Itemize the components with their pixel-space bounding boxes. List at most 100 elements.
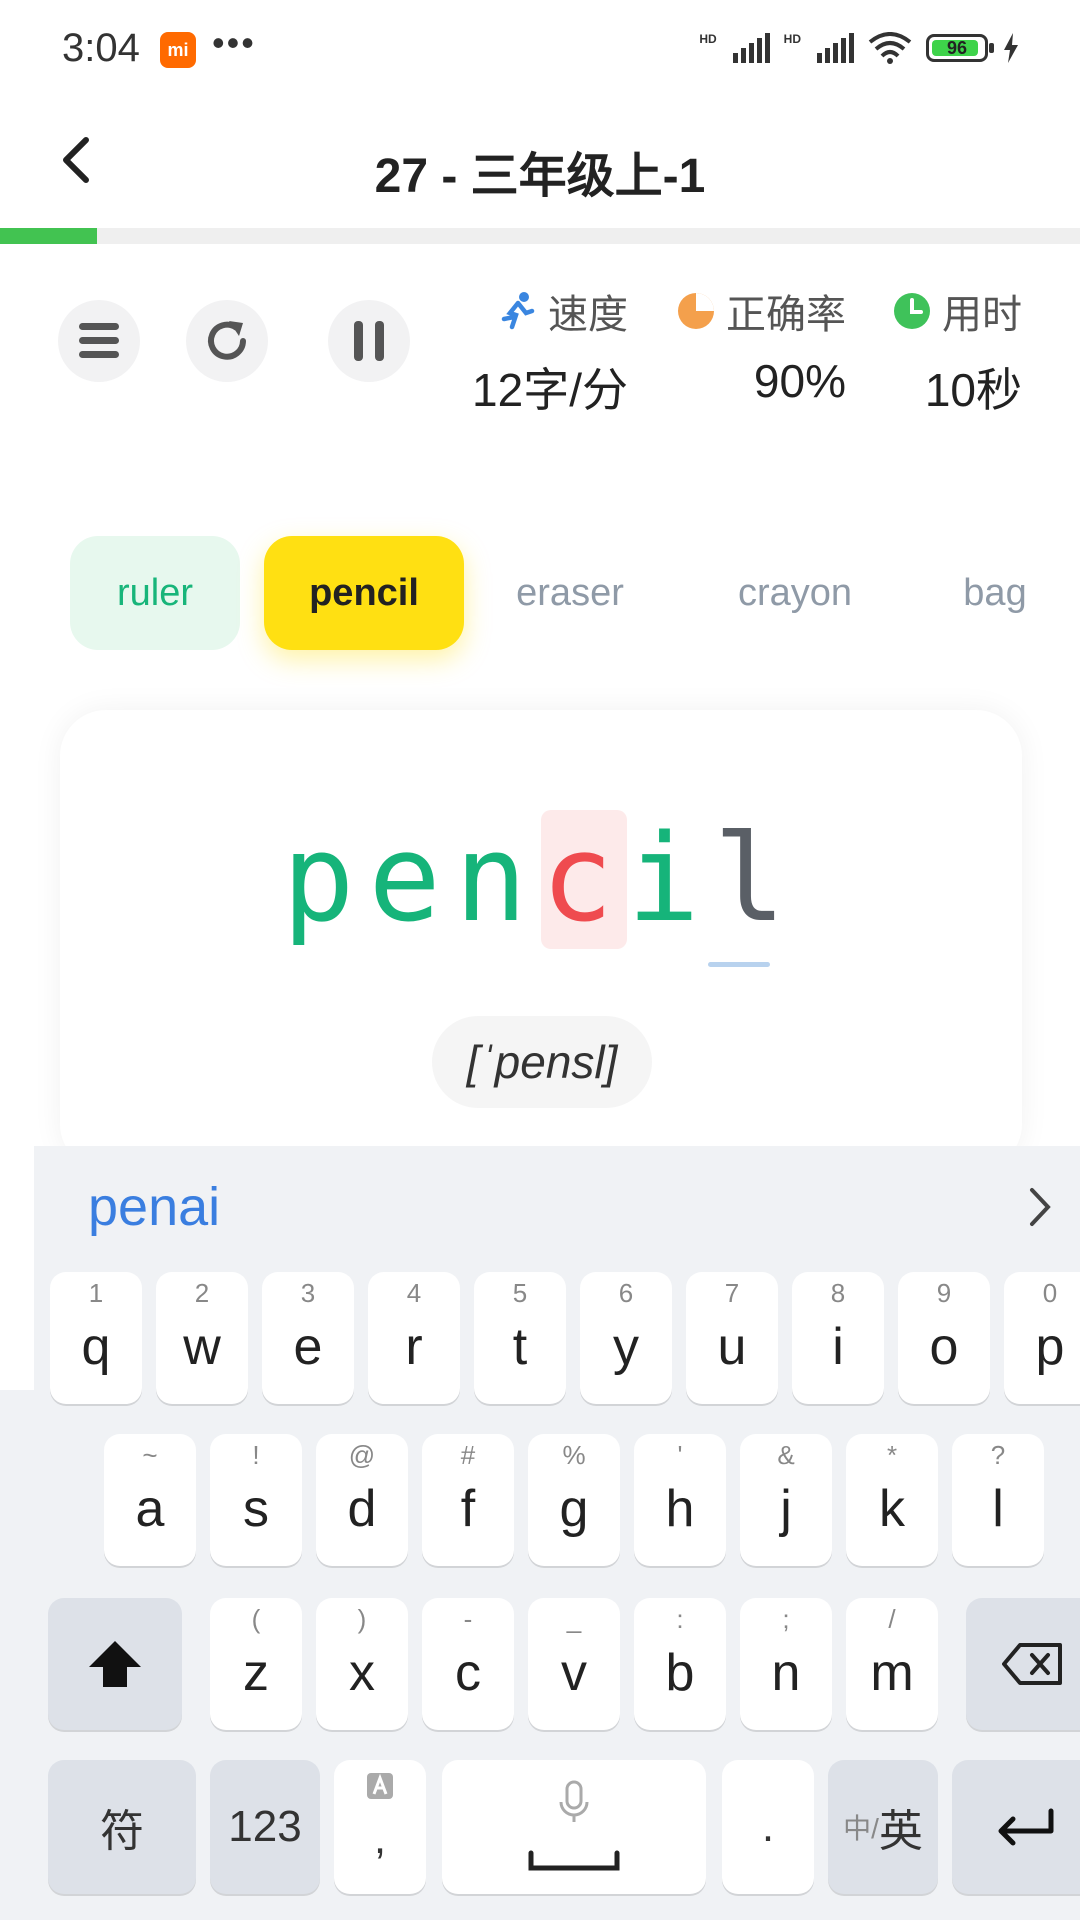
key-b[interactable]: :b: [634, 1598, 726, 1730]
key-alt-label: ?: [990, 1440, 1006, 1470]
key-k[interactable]: * k: [846, 1434, 938, 1566]
key-main-label: o: [929, 1318, 959, 1376]
stat-label-time: 用时: [942, 293, 1022, 337]
stat-accuracy: 正确率 90%: [676, 282, 846, 408]
comma-key-label: ,: [373, 1814, 387, 1863]
key-i[interactable]: 8i: [792, 1272, 884, 1404]
restart-button[interactable]: [186, 300, 268, 382]
key-main-label: p: [1035, 1318, 1065, 1376]
pause-button[interactable]: [328, 300, 410, 382]
candidate-word[interactable]: penai: [88, 1176, 220, 1238]
progress-track: [0, 228, 1080, 244]
stat-value-accuracy: 90%: [753, 355, 846, 407]
menu-button[interactable]: [58, 300, 140, 382]
word-tab-ruler[interactable]: ruler: [70, 536, 240, 650]
period-key[interactable]: .: [722, 1760, 814, 1894]
letter: c: [541, 810, 628, 949]
key-j[interactable]: & j: [740, 1434, 832, 1566]
word-tab-bag[interactable]: bag: [940, 536, 1050, 650]
comma-key[interactable]: ,: [334, 1760, 426, 1894]
letter: n: [454, 810, 541, 949]
key-main-label: l: [992, 1480, 1004, 1538]
key-main-label: v: [561, 1644, 587, 1702]
key-alt-label: 7: [724, 1278, 740, 1308]
symbol-key[interactable]: 符: [48, 1760, 196, 1894]
hd-label: HD: [699, 32, 717, 46]
key-main-label: k: [879, 1480, 905, 1538]
language-switch-key[interactable]: 中/ 英: [828, 1760, 938, 1894]
key-alt-label: -: [463, 1604, 473, 1634]
enter-key[interactable]: [952, 1760, 1080, 1894]
key-main-label: b: [665, 1644, 695, 1702]
key-n[interactable]: ; n: [740, 1598, 832, 1730]
typed-word: pencil: [60, 810, 1022, 949]
key-z[interactable]: (z: [210, 1598, 302, 1730]
number-key[interactable]: 123: [210, 1760, 320, 1894]
key-e[interactable]: 3e: [262, 1272, 354, 1404]
status-icons: HD HD 96: [699, 32, 1020, 64]
menu-icon: [79, 323, 119, 358]
key-r[interactable]: 4r: [368, 1272, 460, 1404]
shift-key[interactable]: [48, 1598, 182, 1730]
key-main-label: g: [559, 1480, 589, 1538]
key-main-label: r: [405, 1318, 423, 1376]
key-l[interactable]: ? l: [952, 1434, 1044, 1566]
mi-app-icon: mi: [160, 32, 196, 68]
letter: e: [368, 810, 455, 949]
key-o[interactable]: 9o: [898, 1272, 990, 1404]
page-title: 27 - 三年级上-1: [374, 150, 706, 203]
key-y[interactable]: 6y: [580, 1272, 672, 1404]
stat-value-speed: 12字/分: [472, 364, 628, 416]
letter: l: [713, 810, 800, 949]
key-main-label: n: [771, 1644, 801, 1702]
word-tab-pencil[interactable]: pencil: [264, 536, 464, 650]
stat-value-time: 10秒: [924, 364, 1022, 416]
key-main-label: j: [780, 1480, 792, 1538]
key-main-label: s: [243, 1480, 269, 1538]
key-u[interactable]: 7u: [686, 1272, 778, 1404]
key-alt-label: #: [460, 1440, 476, 1470]
backspace-key[interactable]: [966, 1598, 1080, 1730]
symbol-key-label: 符: [100, 1807, 144, 1856]
key-s[interactable]: ! s: [210, 1434, 302, 1566]
key-c[interactable]: -c: [422, 1598, 514, 1730]
enter-arrow-icon: [998, 1808, 1054, 1846]
language-big-label: 英: [878, 1807, 923, 1856]
key-alt-label: 0: [1042, 1278, 1058, 1308]
pie-icon: [678, 293, 714, 329]
key-alt-label: 3: [300, 1278, 316, 1308]
phonetic-pill[interactable]: [ˈpensl]: [432, 1016, 652, 1108]
key-v[interactable]: _ v: [528, 1598, 620, 1730]
key-q[interactable]: 1q: [50, 1272, 142, 1404]
key-x[interactable]: ) x: [316, 1598, 408, 1730]
key-alt-label: 6: [618, 1278, 634, 1308]
chevron-right-icon[interactable]: [1020, 1182, 1060, 1232]
status-time: 3:04: [62, 26, 140, 70]
key-main-label: t: [512, 1318, 528, 1376]
stat-label-speed: 速度: [548, 293, 628, 337]
key-m[interactable]: / m: [846, 1598, 938, 1730]
stat-speed: 速度 12字/分: [472, 282, 628, 420]
key-alt-label: ~: [142, 1440, 158, 1470]
refresh-icon: [208, 321, 246, 360]
key-g[interactable]: % g: [528, 1434, 620, 1566]
key-alt-label: @: [348, 1440, 376, 1470]
key-main-label: h: [665, 1480, 695, 1538]
space-key[interactable]: [442, 1760, 706, 1894]
microphone-icon: [559, 1780, 589, 1822]
language-small-label: 中/: [843, 1813, 879, 1844]
key-alt-label: /: [888, 1604, 896, 1634]
word-tab-crayon[interactable]: crayon: [710, 536, 880, 650]
letter: p: [282, 810, 369, 949]
key-alt-label: %: [562, 1440, 586, 1470]
key-w[interactable]: 2w: [156, 1272, 248, 1404]
key-a[interactable]: ~ a: [104, 1434, 196, 1566]
key-f[interactable]: # f: [422, 1434, 514, 1566]
key-h[interactable]: ' h: [634, 1434, 726, 1566]
number-key-label: 123: [228, 1802, 302, 1851]
key-d[interactable]: @ d: [316, 1434, 408, 1566]
word-tab-eraser[interactable]: eraser: [490, 536, 650, 650]
key-main-label: a: [135, 1480, 165, 1538]
key-p[interactable]: 0p: [1004, 1272, 1080, 1404]
key-t[interactable]: 5t: [474, 1272, 566, 1404]
